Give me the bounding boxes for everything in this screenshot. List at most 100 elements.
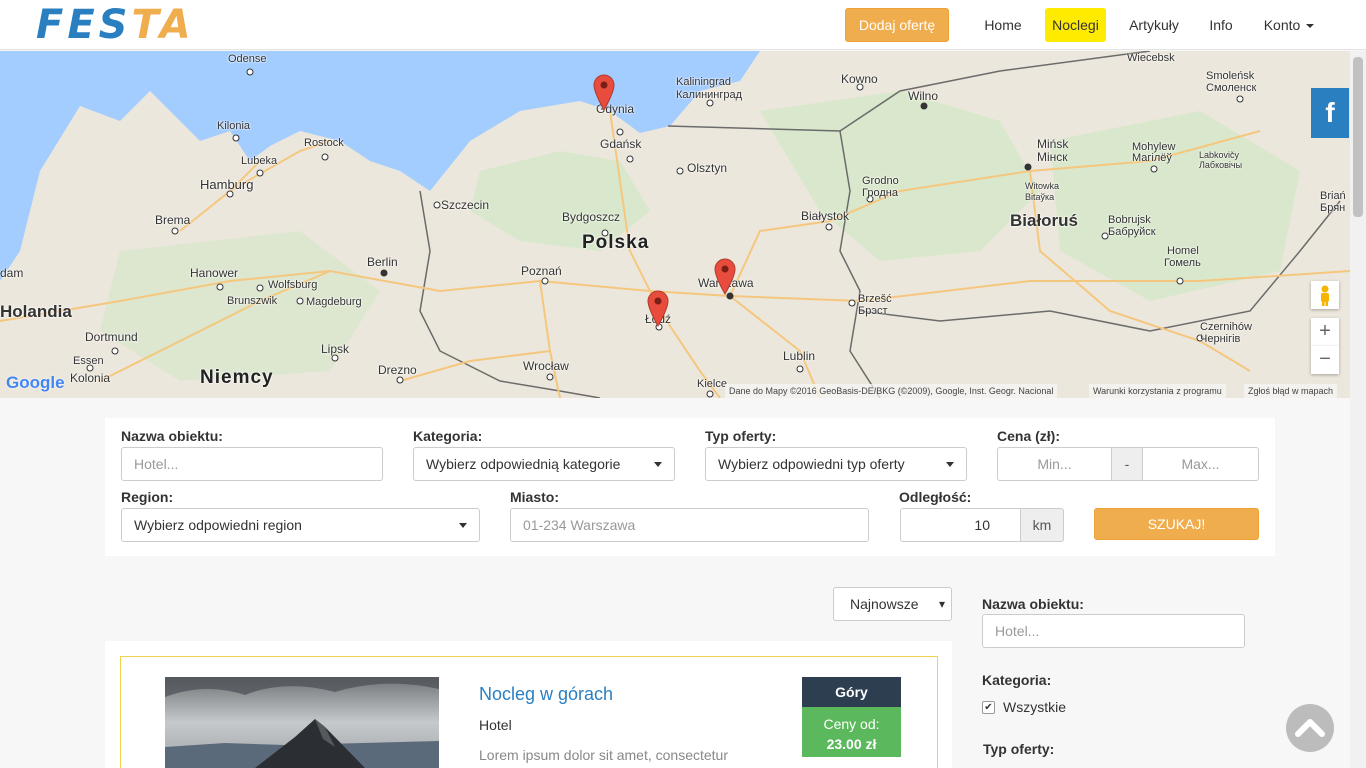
sidebar-offer-type-label: Typ oferty:	[983, 741, 1055, 757]
map-label-bobrujsk: Bobrujsk	[1108, 214, 1151, 226]
map-label-bydgoszcz: Bydgoszcz	[562, 210, 621, 224]
map-label-wroclaw: Wrocław	[523, 359, 569, 373]
nav-konto-dropdown[interactable]: Konto	[1254, 8, 1324, 42]
map-label-dortmund: Dortmund	[85, 330, 138, 344]
result-thumbnail[interactable]	[165, 677, 439, 768]
scroll-to-top-button[interactable]	[1286, 704, 1334, 752]
result-description: Lorem ipsum dolor sit amet, consectetur	[479, 747, 728, 763]
name-label: Nazwa obiektu:	[121, 428, 223, 444]
city-input[interactable]: 01-234 Warszawa	[510, 508, 869, 542]
map-pin-warszawa-icon[interactable]	[713, 257, 737, 295]
map-label-essen: Essen	[73, 355, 104, 367]
price-separator: -	[1111, 447, 1143, 481]
distance-unit: km	[1020, 508, 1064, 542]
sidebar-category-label: Kategoria:	[982, 672, 1052, 688]
map-terms-link[interactable]: Warunki korzystania z programu	[1089, 384, 1226, 398]
map-label-lublin: Lublin	[783, 349, 816, 363]
top-navbar: FESTA Dodaj ofertę Home Noclegi Artykuły…	[0, 0, 1366, 50]
map-label-lubeka: Lubeka	[241, 155, 278, 167]
map-label-witowka-cyr: Віtаўка	[1025, 192, 1055, 202]
map-label-czernihow-cyr: Чернігів	[1200, 333, 1241, 345]
map-label-berlin: Berlin	[367, 255, 398, 269]
result-title-link[interactable]: Nocleg w górach	[479, 684, 613, 705]
add-offer-button[interactable]: Dodaj ofertę	[845, 8, 949, 42]
all-categories-checkbox[interactable]: ✔	[982, 701, 995, 714]
city-label: Miasto:	[510, 489, 559, 505]
map-label-kiel: Kilonia	[217, 120, 251, 132]
map-label-bialystok: Białystok	[801, 209, 850, 223]
festa-logo[interactable]: FESTA	[36, 2, 195, 48]
map-pin-gdynia-icon[interactable]	[592, 73, 616, 111]
map-report-link[interactable]: Zgłoś błąd w mapach	[1244, 384, 1338, 398]
map-label-minsk-cyr: Мінск	[1037, 150, 1068, 164]
price-prefix: Ceny od:	[823, 716, 880, 732]
map-label-minsk: Mińsk	[1037, 137, 1069, 151]
nav-konto-label: Konto	[1263, 17, 1301, 33]
category-select[interactable]: Wybierz odpowiednią kategorie	[413, 447, 675, 481]
offer-type-label: Typ oferty:	[705, 428, 777, 444]
offers-map[interactable]: Odense Kilonia Rostock Lubeka Hamburg Br…	[0, 51, 1350, 398]
map-label-brzesc: Brzešć	[858, 293, 892, 305]
map-label-briansk-cyr: Брян	[1320, 202, 1346, 214]
category-label: Kategoria:	[413, 428, 483, 444]
map-label-homel-cyr: Гомель	[1164, 257, 1201, 269]
map-label-poznan: Poznań	[521, 264, 562, 278]
map-label-bialorus: Białoruś	[1010, 211, 1079, 230]
map-label-rostock: Rostock	[304, 137, 344, 149]
sidebar-name-label: Nazwa obiektu:	[982, 596, 1084, 612]
page-scrollbar[interactable]	[1350, 51, 1366, 768]
map-label-kowno: Kowno	[841, 72, 878, 86]
map-label-kaliningrad-cyr: Калининград	[676, 89, 743, 101]
result-price-badge: Ceny od: 23.00 zł	[802, 707, 901, 757]
map-label-polska: Polska	[582, 232, 650, 253]
map-label-kielce: Kielce	[697, 378, 727, 390]
map-pin-lodz-icon[interactable]	[646, 289, 670, 327]
region-select[interactable]: Wybierz odpowiedni region	[121, 508, 480, 542]
chevron-down-icon	[1306, 24, 1315, 29]
map-label-brzesc-cyr: Брэст	[858, 305, 888, 317]
map-label-smolensk: Smoleńsk	[1206, 70, 1255, 82]
price-max-input[interactable]: Max...	[1142, 447, 1259, 481]
result-type: Hotel	[479, 717, 512, 733]
map-label-magdeburg: Magdeburg	[306, 296, 362, 308]
map-label-olsztyn: Olsztyn	[687, 161, 728, 175]
logo-text-blue: FES	[36, 2, 132, 48]
offer-type-select[interactable]: Wybierz odpowiedni typ oferty	[705, 447, 967, 481]
map-label-mohylew-cyr: Магілёў	[1132, 152, 1172, 164]
distance-input[interactable]: 10	[900, 508, 1021, 542]
nav-artykuly[interactable]: Artykuły	[1119, 8, 1189, 42]
map-label-lipsk: Lipsk	[321, 342, 350, 356]
nav-noclegi[interactable]: Noclegi	[1045, 8, 1106, 42]
facebook-icon[interactable]: f	[1311, 88, 1349, 138]
nav-info[interactable]: Info	[1200, 8, 1242, 42]
zoom-in-button[interactable]: +	[1311, 318, 1339, 346]
search-button[interactable]: SZUKAJ!	[1094, 508, 1259, 540]
all-categories-label[interactable]: Wszystkie	[1003, 699, 1066, 715]
map-label-homel: Homel	[1167, 245, 1199, 257]
sort-select[interactable]: Najnowsze	[833, 587, 952, 621]
map-label-wiecebsk: Wiecebsk	[1127, 52, 1175, 64]
map-label-szczecin: Szczecin	[441, 198, 490, 212]
name-input[interactable]: Hotel...	[121, 447, 383, 481]
map-label-kaliningrad: Kaliningrad	[676, 76, 732, 88]
map-label-amsterdam: dam	[0, 266, 24, 280]
map-label-brema: Brema	[155, 213, 191, 227]
nav-home[interactable]: Home	[974, 8, 1032, 42]
map-label-bobrujsk-cyr: Бабруйск	[1108, 226, 1156, 238]
distance-label: Odległość:	[899, 489, 972, 505]
map-label-briansk: Briań	[1320, 190, 1346, 202]
zoom-out-button[interactable]: −	[1311, 346, 1339, 374]
price-value: 23.00 zł	[826, 736, 877, 752]
chevron-up-icon	[1295, 719, 1325, 737]
map-label-gdansk: Gdańsk	[600, 137, 642, 151]
sidebar-name-input[interactable]: Hotel...	[982, 614, 1245, 648]
map-label-czernihow: Czernihów	[1200, 321, 1252, 333]
scrollbar-thumb[interactable]	[1353, 57, 1363, 217]
map-label-kolonia: Kolonia	[70, 371, 111, 385]
map-label-grodno: Grodno	[862, 175, 899, 187]
google-logo: Google	[6, 373, 65, 392]
price-min-input[interactable]: Min...	[997, 447, 1112, 481]
pegman-icon[interactable]	[1311, 281, 1339, 309]
logo-text-orange: TA	[131, 2, 195, 48]
map-label-wolfsburg: Wolfsburg	[268, 279, 318, 291]
